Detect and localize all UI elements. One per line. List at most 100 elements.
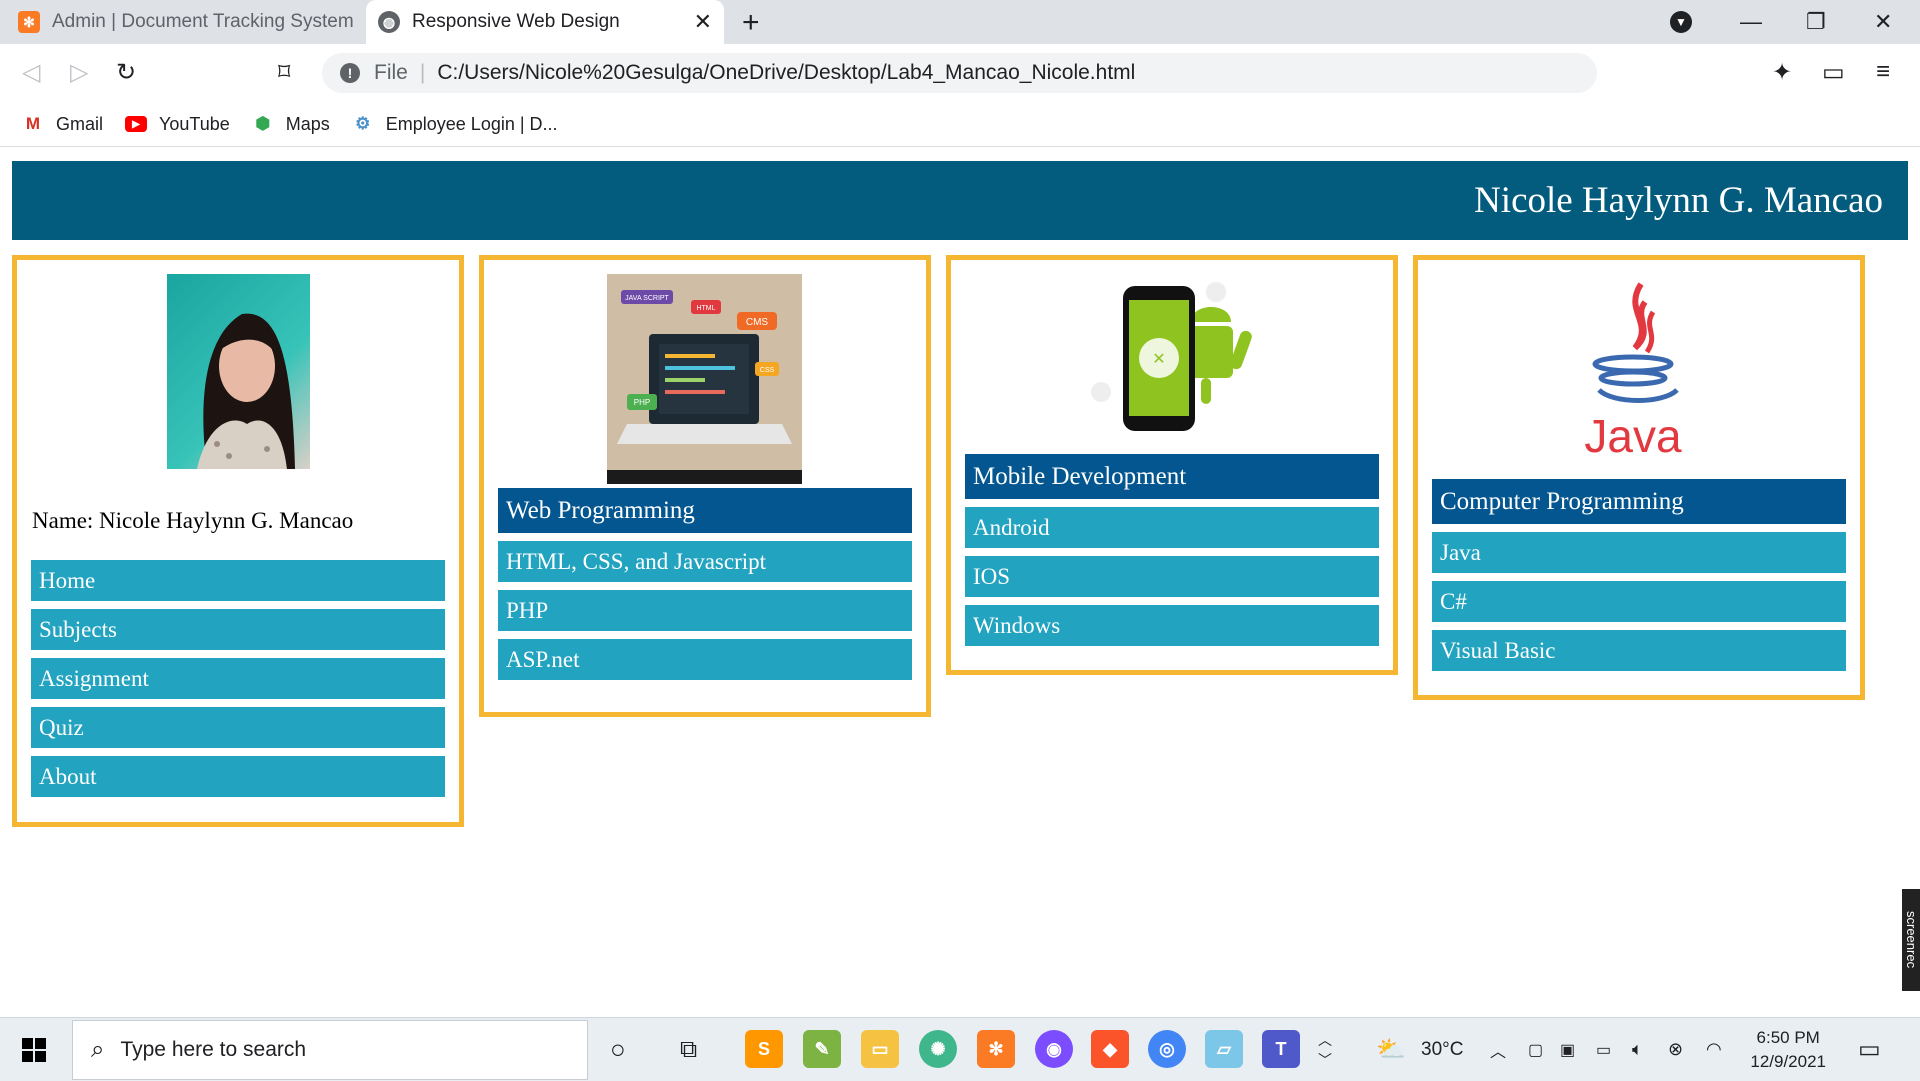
bookmark-label: Employee Login | D... xyxy=(385,113,558,134)
profile-nav: Home Subjects Assignment Quiz About xyxy=(17,560,459,797)
subject-item[interactable]: Android xyxy=(965,507,1379,548)
tab-responsive-web-design[interactable]: ◍ Responsive Web Design ✕ xyxy=(366,0,724,44)
tab-title: Responsive Web Design xyxy=(412,11,620,32)
globe-icon: ◍ xyxy=(378,11,400,33)
subject-item[interactable]: C# xyxy=(1432,581,1846,622)
web-programming-image: JAVA SCRIPT HTML CMS CSS PHP xyxy=(607,274,802,484)
java-logo-icon: Java xyxy=(1583,282,1693,462)
card-title: Computer Programming xyxy=(1432,479,1846,524)
nav-quiz[interactable]: Quiz xyxy=(31,707,445,748)
wallet-icon[interactable]: ▭ xyxy=(1822,58,1845,87)
restore-button[interactable]: ❐ xyxy=(1806,0,1826,44)
clock[interactable]: 6:50 PM 12/9/2021 xyxy=(1750,1026,1826,1074)
task-view-icon[interactable]: ⧉ xyxy=(680,1018,697,1081)
youtube-icon: ▶ xyxy=(125,116,148,132)
windows-start-icon[interactable] xyxy=(22,1038,46,1062)
app-icon[interactable]: ▱ xyxy=(1205,1030,1243,1068)
wifi-icon[interactable]: ◠ xyxy=(1706,1018,1722,1081)
brave-browser-icon[interactable]: ◆ xyxy=(1091,1030,1129,1068)
xampp-taskbar-icon[interactable]: ✻ xyxy=(977,1030,1015,1068)
tag-html: HTML xyxy=(696,305,715,312)
back-button[interactable]: ◁ xyxy=(22,58,40,87)
svg-text:✕: ✕ xyxy=(1152,351,1165,368)
network-error-icon[interactable]: ⊗ xyxy=(1668,1018,1683,1081)
web-programming-image-area: JAVA SCRIPT HTML CMS CSS PHP xyxy=(484,260,926,488)
sublime-text-icon[interactable]: S xyxy=(745,1030,783,1068)
bookmark-label: Gmail xyxy=(56,113,104,134)
new-tab-button[interactable]: + xyxy=(742,6,760,40)
meet-now-icon[interactable]: ▢ xyxy=(1528,1018,1543,1081)
menu-icon[interactable]: ≡ xyxy=(1876,58,1890,86)
card-title: Mobile Development xyxy=(965,454,1379,499)
clock-date: 12/9/2021 xyxy=(1750,1052,1826,1071)
show-hidden-icons[interactable]: ︿ xyxy=(1490,1018,1506,1081)
web-programming-card: JAVA SCRIPT HTML CMS CSS PHP Web Program… xyxy=(479,255,931,717)
weather-temperature[interactable]: 30°C xyxy=(1421,1018,1463,1081)
bookmark-youtube[interactable]: ▶ YouTube xyxy=(125,114,230,135)
nav-assignment[interactable]: Assignment xyxy=(31,658,445,699)
site-header: Nicole Haylynn G. Mancao xyxy=(12,161,1908,240)
bookmark-label: Maps xyxy=(285,113,330,134)
file-explorer-icon[interactable]: ▭ xyxy=(861,1030,899,1068)
device-icon[interactable]: ▣ xyxy=(1560,1018,1575,1081)
atom-icon[interactable]: ✺ xyxy=(919,1030,957,1068)
battery-icon[interactable]: ▭ xyxy=(1596,1018,1611,1081)
profile-name: Name: Nicole Haylynn G. Mancao xyxy=(32,508,354,533)
close-tab-icon[interactable]: ✕ xyxy=(694,9,712,35)
cortana-icon[interactable]: ○ xyxy=(610,1018,626,1081)
subject-item[interactable]: Java xyxy=(1432,532,1846,573)
bookmark-employee-login[interactable]: ⚙ Employee Login | D... xyxy=(352,113,558,135)
scheme-label: File xyxy=(374,61,408,84)
tag-php: PHP xyxy=(634,398,650,407)
xampp-icon: ✻ xyxy=(18,11,40,33)
chrome-icon[interactable]: ◎ xyxy=(1148,1030,1186,1068)
browser-tab-strip: ✻ Admin | Document Tracking System ◍ Res… xyxy=(0,0,1920,44)
computer-programming-card: Java Computer Programming Java C# Visual… xyxy=(1413,255,1865,700)
mobile-development-card: ✕ Mobile Development Android IOS Windows xyxy=(946,255,1398,675)
subject-item[interactable]: ASP.net xyxy=(498,639,912,680)
minimize-button[interactable]: — xyxy=(1740,0,1762,44)
java-logo-text: Java xyxy=(1584,410,1682,462)
teams-icon[interactable]: T xyxy=(1262,1030,1300,1068)
maps-icon: ⬢ xyxy=(255,114,271,133)
gmail-icon: M xyxy=(25,114,41,133)
info-icon[interactable]: ! xyxy=(340,63,360,83)
profile-photo xyxy=(167,274,310,469)
nav-about[interactable]: About xyxy=(31,756,445,797)
close-window-button[interactable]: ✕ xyxy=(1874,0,1892,44)
subject-item[interactable]: HTML, CSS, and Javascript xyxy=(498,541,912,582)
tag-cms: CMS xyxy=(746,317,769,328)
address-bar[interactable]: ! File | C:/Users/Nicole%20Gesulga/OneDr… xyxy=(322,53,1597,93)
extensions-puzzle-icon[interactable]: ✦ xyxy=(1772,58,1792,87)
firefox-icon[interactable]: ◉ xyxy=(1035,1030,1073,1068)
reload-button[interactable]: ↻ xyxy=(116,58,136,87)
bookmark-maps[interactable]: ⬢ Maps xyxy=(252,113,330,135)
mobile-image-area: ✕ xyxy=(951,260,1393,454)
bookmark-gmail[interactable]: M Gmail xyxy=(22,114,103,135)
subject-item[interactable]: IOS xyxy=(965,556,1379,597)
taskbar-search-box[interactable]: ⌕ Type here to search xyxy=(72,1020,588,1080)
java-logo-area: Java xyxy=(1418,260,1860,479)
android-phone-icon: ✕ xyxy=(1081,282,1261,437)
subject-item[interactable]: Windows xyxy=(965,605,1379,646)
bookmark-label: YouTube xyxy=(159,113,230,134)
screenrec-side-tab[interactable]: screenrec xyxy=(1902,889,1920,991)
url-text[interactable]: C:/Users/Nicole%20Gesulga/OneDrive/Deskt… xyxy=(437,61,1135,85)
forward-button[interactable]: ▷ xyxy=(70,58,88,87)
notification-icon[interactable]: ▭ xyxy=(1858,1018,1881,1081)
bookmarks-bar: M Gmail ▶ YouTube ⬢ Maps ⚙ Employee Logi… xyxy=(0,102,1920,147)
taskbar-scroll-icon[interactable]: ︿ ﹀ xyxy=(1318,1018,1332,1081)
tab-admin[interactable]: ✻ Admin | Document Tracking System xyxy=(18,0,358,44)
tab-search-icon[interactable]: ▼ xyxy=(1670,0,1692,44)
nav-home[interactable]: Home xyxy=(31,560,445,601)
address-separator: | xyxy=(419,61,426,84)
subject-item[interactable]: PHP xyxy=(498,590,912,631)
nav-subjects[interactable]: Subjects xyxy=(31,609,445,650)
notepad-plus-icon[interactable]: ✎ xyxy=(803,1030,841,1068)
bookmark-icon[interactable]: ⌑ xyxy=(278,58,290,87)
search-icon: ⌕ xyxy=(91,1036,105,1063)
volume-icon[interactable]: 🔈︎ xyxy=(1632,1018,1643,1081)
subject-item[interactable]: Visual Basic xyxy=(1432,630,1846,671)
header-title: Nicole Haylynn G. Mancao xyxy=(1474,180,1883,221)
weather-icon: ⛅ xyxy=(1376,1036,1406,1063)
